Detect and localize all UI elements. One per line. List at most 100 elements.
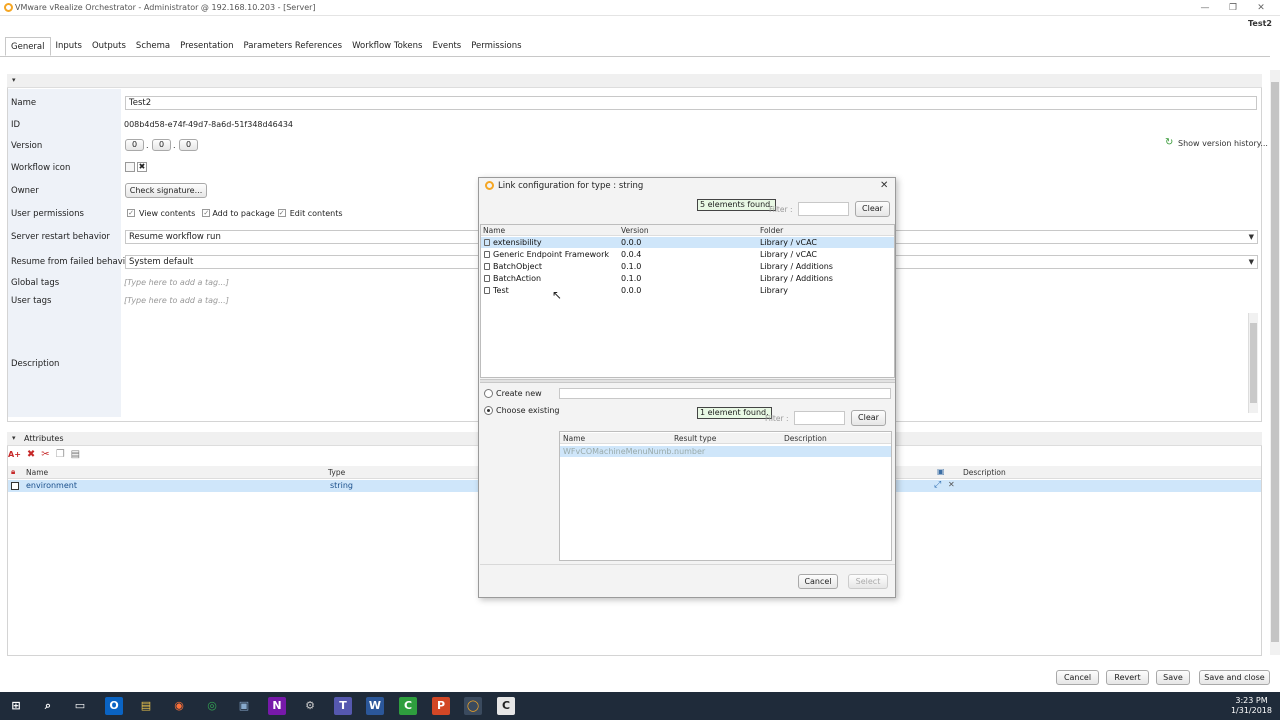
copy-icon[interactable]: ❐ xyxy=(56,449,65,463)
table-row[interactable]: extensibility 0.0.0 Library / vCAC xyxy=(481,237,894,248)
check-signature-button[interactable]: Check signature... xyxy=(125,183,207,198)
show-version-history-link[interactable]: Show version history... xyxy=(1178,139,1268,148)
table-row[interactable]: BatchObject 0.1.0 Library / Additions xyxy=(481,261,894,272)
taskbar xyxy=(0,692,1280,720)
onenote-icon[interactable]: N xyxy=(268,697,286,715)
version-patch-field[interactable]: 0 xyxy=(179,139,198,151)
save-and-close-button[interactable]: Save and close xyxy=(1199,670,1270,685)
version-major-field[interactable]: 0 xyxy=(125,139,144,151)
title-bar: VMware vRealize Orchestrator - Administr… xyxy=(0,0,1280,16)
orchestrator-taskbar-icon[interactable]: ◯ xyxy=(464,697,482,715)
collapse-caret-icon[interactable]: ▾ xyxy=(12,434,16,442)
workflow-icon-preview[interactable] xyxy=(125,162,135,172)
filter-input[interactable] xyxy=(798,202,849,216)
chrome-icon[interactable]: ◎ xyxy=(203,697,221,715)
scrollbar-thumb[interactable] xyxy=(1271,82,1279,642)
tab-permissions[interactable]: Permissions xyxy=(466,37,526,56)
search-icon[interactable]: ⌕ xyxy=(39,697,57,715)
general-collapse-bar[interactable]: ▾ xyxy=(7,74,1262,88)
maximize-button[interactable]: ❐ xyxy=(1224,1,1242,15)
cut-icon[interactable]: ✂ xyxy=(41,449,49,463)
start-icon[interactable]: ⊞ xyxy=(7,697,25,715)
camtasia-recorder-icon[interactable]: C xyxy=(497,697,515,715)
column-name[interactable]: Name xyxy=(483,226,505,235)
column-name[interactable]: Name xyxy=(26,468,48,477)
dialog-select-button[interactable]: Select xyxy=(848,574,888,589)
column-name[interactable]: Name xyxy=(563,434,585,443)
scrollbar-thumb[interactable] xyxy=(1250,323,1257,403)
network-icon[interactable]: ⚙ xyxy=(301,697,319,715)
column-description[interactable]: Description xyxy=(963,468,1006,477)
column-result-type[interactable]: Result type xyxy=(674,434,716,443)
word-icon[interactable]: W xyxy=(366,697,384,715)
view-contents-label: View contents xyxy=(139,209,196,218)
column-version[interactable]: Version xyxy=(621,226,649,235)
server-restart-label: Server restart behavior xyxy=(11,232,110,242)
view-contents-checkbox[interactable]: ✓ xyxy=(127,209,135,217)
name-field[interactable]: Test2 xyxy=(125,96,1257,110)
add-to-package-checkbox[interactable]: ✓ xyxy=(202,209,211,217)
firefox-icon[interactable]: ◉ xyxy=(170,697,188,715)
attribute-name[interactable]: environment xyxy=(26,481,77,490)
dialog-cancel-button[interactable]: Cancel xyxy=(798,574,838,589)
teams-icon[interactable]: T xyxy=(334,697,352,715)
description-scrollbar[interactable] xyxy=(1248,313,1258,413)
cancel-button[interactable]: Cancel xyxy=(1056,670,1099,685)
attribute-result-type: number xyxy=(674,447,706,456)
element-name: Test xyxy=(493,286,509,295)
row-checkbox[interactable] xyxy=(11,482,19,490)
lock-icon xyxy=(484,239,490,246)
add-attribute-icon[interactable]: A+ xyxy=(8,449,21,463)
table-row[interactable]: WFvCOMachineMenuNumb... number xyxy=(560,446,891,457)
tab-outputs[interactable]: Outputs xyxy=(87,37,131,56)
outlook-icon[interactable]: O xyxy=(105,697,123,715)
camtasia-icon[interactable]: C xyxy=(399,697,417,715)
save-button[interactable]: Save xyxy=(1156,670,1190,685)
link-edit-icon[interactable]: ⤢ xyxy=(934,480,941,490)
task-view-icon[interactable]: ▭ xyxy=(71,697,89,715)
user-tags-input[interactable]: [Type here to add a tag...] xyxy=(124,296,229,305)
clear-icon-button[interactable]: ✖ xyxy=(137,162,147,172)
table-row[interactable]: Test 0.0.0 Library xyxy=(481,285,894,296)
tab-events[interactable]: Events xyxy=(427,37,466,56)
tab-parameters-references[interactable]: Parameters References xyxy=(239,37,348,56)
column-folder[interactable]: Folder xyxy=(760,226,783,235)
column-description[interactable]: Description xyxy=(784,434,827,443)
global-tags-input[interactable]: [Type here to add a tag...] xyxy=(124,278,229,287)
page-scrollbar[interactable] xyxy=(1270,70,1280,655)
tab-inputs[interactable]: Inputs xyxy=(51,37,87,56)
clear-filter-button[interactable]: Clear xyxy=(855,201,890,217)
minimize-button[interactable]: — xyxy=(1196,1,1214,15)
collapse-caret-icon[interactable]: ▾ xyxy=(12,76,16,84)
element-name: BatchAction xyxy=(493,274,542,283)
edit-contents-checkbox[interactable]: ✓ xyxy=(277,209,286,217)
tab-presentation[interactable]: Presentation xyxy=(175,37,238,56)
revert-button[interactable]: Revert xyxy=(1106,670,1149,685)
unlink-icon[interactable]: ✕ xyxy=(948,480,955,489)
attribute-type[interactable]: string xyxy=(330,481,353,490)
version-minor-field[interactable]: 0 xyxy=(152,139,171,151)
clear-filter-button[interactable]: Clear xyxy=(851,410,886,426)
create-new-radio[interactable] xyxy=(484,389,493,398)
tab-schema[interactable]: Schema xyxy=(131,37,175,56)
delete-icon[interactable]: ✖ xyxy=(27,449,35,463)
choose-existing-label: Choose existing xyxy=(496,406,560,415)
table-row[interactable]: BatchAction 0.1.0 Library / Additions xyxy=(481,273,894,284)
tab-general[interactable]: General xyxy=(5,37,51,56)
table-row[interactable]: Generic Endpoint Framework 0.0.4 Library… xyxy=(481,249,894,260)
powerpoint-icon[interactable]: P xyxy=(432,697,450,715)
element-name: Generic Endpoint Framework xyxy=(493,250,609,259)
paste-icon[interactable]: ▤ xyxy=(71,449,80,463)
system-clock[interactable]: 3:23 PM 1/31/2018 xyxy=(1231,696,1272,716)
file-explorer-icon[interactable]: ▤ xyxy=(137,697,155,715)
create-new-input[interactable] xyxy=(559,388,891,399)
tab-workflow-tokens[interactable]: Workflow Tokens xyxy=(347,37,427,56)
close-window-button[interactable]: ✕ xyxy=(1252,1,1270,15)
remote-desktop-icon[interactable]: ▣ xyxy=(235,697,253,715)
splitter-handle[interactable] xyxy=(480,379,895,383)
dialog-close-icon[interactable]: ✕ xyxy=(880,180,888,191)
global-tags-label: Global tags xyxy=(11,278,60,288)
column-type[interactable]: Type xyxy=(328,468,345,477)
choose-existing-radio[interactable] xyxy=(484,406,493,415)
filter-input[interactable] xyxy=(794,411,845,425)
